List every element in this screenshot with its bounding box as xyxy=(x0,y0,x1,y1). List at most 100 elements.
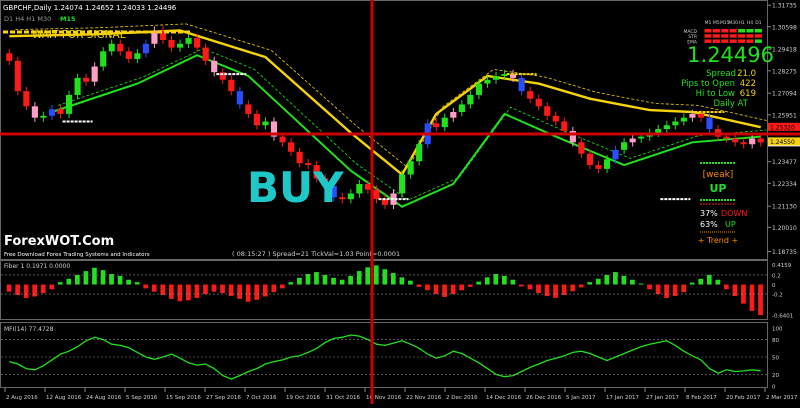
fiber-bar xyxy=(382,269,388,285)
candle-body xyxy=(279,136,286,143)
fiber-bar xyxy=(83,271,89,285)
fiber-bar xyxy=(109,274,114,285)
fiber-bar xyxy=(621,275,627,285)
trend-label: + Trend + xyxy=(698,236,738,245)
fiber-bar xyxy=(561,284,567,296)
candle-body xyxy=(228,79,235,92)
candle-body xyxy=(48,109,56,116)
candle-body xyxy=(176,43,184,48)
candle-body xyxy=(663,125,670,130)
candle-body xyxy=(552,115,559,122)
price-tick-label: 1.22334 xyxy=(772,181,797,188)
signal-cell xyxy=(704,29,712,33)
fiber-tick-label: 0.4159 xyxy=(772,263,792,269)
fiber-bar xyxy=(288,282,294,285)
fiber-bar xyxy=(168,284,174,299)
timeframe-current[interactable]: M15 xyxy=(60,15,76,23)
candle-body xyxy=(450,112,457,118)
date-tick-label: 14 Dec 2016 xyxy=(486,395,522,401)
signal-cell xyxy=(704,34,712,38)
fiber-bar xyxy=(613,272,618,285)
candle-body xyxy=(185,38,192,44)
fiber-bar xyxy=(211,284,217,292)
fiber-bar xyxy=(459,284,464,291)
fiber-bar xyxy=(553,284,558,298)
signal-cell xyxy=(729,34,737,38)
price-tick-label: 1.27094 xyxy=(772,91,797,98)
fiber-bar xyxy=(715,279,721,285)
signal-cell xyxy=(729,29,737,33)
candle-body xyxy=(74,77,81,95)
candle-body xyxy=(253,113,260,126)
price-display: 1.24496 xyxy=(687,43,774,67)
candle-body xyxy=(83,77,90,82)
candle-body xyxy=(202,47,209,61)
fiber-bar xyxy=(186,284,191,301)
candle-body xyxy=(399,174,406,194)
spread-value: 21.0 xyxy=(737,69,756,79)
fiber-bar xyxy=(151,284,157,292)
candle-body xyxy=(655,129,662,133)
candle-body xyxy=(57,109,64,114)
price-tick-label: 1.21130 xyxy=(772,204,797,211)
fiber-bar xyxy=(271,284,277,293)
fiber-bar xyxy=(604,274,610,285)
hilo-value: 619 xyxy=(740,89,756,99)
candle-body xyxy=(364,184,371,190)
date-tick-label: 2 Aug 2016 xyxy=(6,395,38,401)
fiber-bar xyxy=(536,284,541,294)
fiber-bar xyxy=(262,284,268,297)
candle-body xyxy=(697,113,705,118)
candle-body xyxy=(458,104,465,112)
fiber-bar xyxy=(416,284,422,287)
fiber-bar xyxy=(134,282,140,285)
fiber-bar xyxy=(6,284,12,292)
watermark-title: ForexWOT.Com xyxy=(4,234,114,249)
candle-body xyxy=(65,94,73,114)
candle-body xyxy=(689,113,696,118)
price-tick-label: 1.23477 xyxy=(772,159,797,166)
candle-body xyxy=(484,79,491,84)
fiber-bar xyxy=(501,275,507,285)
down-label: DOWN xyxy=(721,209,747,218)
price-tick-label: 1.28275 xyxy=(772,68,797,75)
date-tick-label: 5 Jan 2017 xyxy=(566,395,596,401)
fiber-tick-label: -0.6401 xyxy=(772,314,793,320)
fiber-bar xyxy=(314,272,319,285)
candle-body xyxy=(578,142,585,154)
pips-label: Pips to Open xyxy=(681,79,735,89)
timeframe-list[interactable]: D1 H4 H1 M30 xyxy=(4,15,51,23)
price-highlight-label: 1.25320 xyxy=(770,124,795,131)
price-tick-label: 1.25951 xyxy=(772,112,797,119)
fiber-bar xyxy=(117,275,123,285)
pips-row: Pips to Open 422 xyxy=(681,79,756,89)
candle-body xyxy=(732,138,739,143)
candle-body xyxy=(125,51,132,59)
signal-cell xyxy=(712,34,720,38)
candle-body xyxy=(433,123,440,128)
fiber-bar xyxy=(630,279,635,285)
candle-body xyxy=(586,153,594,166)
date-tick-label: 31 Oct 2016 xyxy=(326,395,361,401)
signal-cell xyxy=(721,29,729,33)
fiber-bar xyxy=(724,284,729,290)
candle-body xyxy=(407,161,414,175)
hilo-row: Hi to Low 619 xyxy=(696,89,756,99)
fiber-bar xyxy=(32,284,38,297)
signal-cell xyxy=(738,34,746,38)
fiber-bar xyxy=(322,274,328,285)
candle-body xyxy=(757,138,764,143)
candle-body xyxy=(117,43,124,52)
price-tick-label: 1.29418 xyxy=(772,47,797,54)
candle-body xyxy=(40,115,47,118)
date-tick-label: 27 Sep 2016 xyxy=(206,395,241,401)
fiber-bar xyxy=(92,267,97,285)
fiber-bar xyxy=(331,277,336,285)
date-tick-label: 15 Sep 2016 xyxy=(166,395,201,401)
candle-body xyxy=(561,121,568,131)
chart-window: 1.31735 1.30598 1.29418 1.28275 1.27094 1.259… xyxy=(0,0,800,404)
fiber-bar xyxy=(425,284,430,291)
buy-label: BUY xyxy=(247,163,344,212)
price-tick-label: 1.18735 xyxy=(772,249,797,256)
candle-body xyxy=(492,76,500,80)
